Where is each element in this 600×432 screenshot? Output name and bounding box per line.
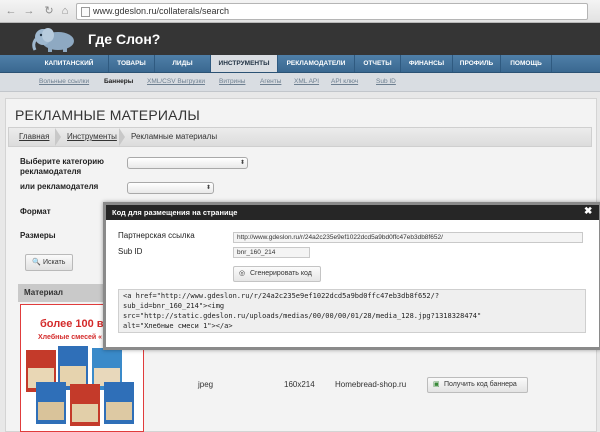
subnav-item-free-links[interactable]: Вольные ссылки [39, 78, 89, 85]
bread-mix-packages-image [26, 346, 134, 426]
browser-toolbar: ← → ↻ ⌂ www.gdeslon.ru/collaterals/searc… [0, 0, 600, 23]
sizes-label: Размеры [20, 231, 56, 240]
breadcrumb-tools[interactable]: Инструменты [67, 132, 117, 141]
page-icon [81, 7, 90, 17]
banner-headline: более 100 в [40, 318, 104, 330]
subid-field[interactable]: bnr_160_214 [233, 247, 310, 258]
subnav-item-sub-id[interactable]: Sub ID [376, 78, 396, 85]
breadcrumb-home[interactable]: Главная [19, 132, 49, 141]
logo-text[interactable]: Где Слон? [88, 31, 160, 47]
site-header: Где Слон? [0, 23, 600, 55]
get-banner-code-button[interactable]: ▣ Получить код баннера [427, 377, 528, 393]
nav-item-leads[interactable]: ЛИДЫ [155, 55, 211, 72]
partner-link-label: Партнерская ссылка [118, 231, 195, 240]
nav-item-products[interactable]: ТОВАРЫ [109, 55, 155, 72]
subnav-item-agents[interactable]: Агенты [260, 78, 281, 85]
nav-item-tools[interactable]: ИНСТРУМЕНТЫ [211, 55, 278, 72]
subid-label: Sub ID [118, 247, 143, 256]
code-line: sub_id=bnr_160_214"><img [123, 302, 225, 310]
banner-size: 160x214 [284, 380, 315, 389]
banner-format: jpeg [198, 380, 214, 389]
embed-code-textarea[interactable]: <a href="http://www.gdeslon.ru/r/24a2c23… [118, 289, 586, 333]
advertiser-label: или рекламодателя [20, 182, 99, 191]
subnav-item-api-key[interactable]: API ключ [331, 78, 358, 85]
subnav-item-banners[interactable]: Баннеры [104, 78, 133, 85]
nav-item-reports[interactable]: ОТЧЕТЫ [355, 55, 401, 72]
nav-item-profile[interactable]: ПРОФИЛЬ [453, 55, 501, 72]
breadcrumb-separator [55, 128, 61, 146]
select-arrows-icon: ⬍ [205, 185, 211, 191]
category-select[interactable]: ⬍ [127, 157, 248, 169]
home-icon[interactable]: ⌂ [58, 4, 72, 18]
banner-subtitle: Хлебные смесей « [38, 334, 102, 341]
nav-item-help[interactable]: ПОМОЩЬ [501, 55, 552, 72]
nav-item-advertisers[interactable]: РЕКЛАМОДАТЕЛИ [278, 55, 355, 72]
magnifier-icon: 🔍 [32, 259, 41, 266]
partner-link-field[interactable]: http://www.gdeslon.ru/r/24a2c235e9ef1022… [233, 232, 583, 243]
banner-advertiser: Homebread-shop.ru [335, 380, 407, 389]
nav-item-captains-bridge[interactable]: КАПИТАНСКИЙ МОСТИК [30, 55, 109, 84]
close-icon[interactable]: ✖ [584, 206, 592, 217]
search-button[interactable]: 🔍 Искать [25, 254, 73, 271]
nav-item-finance[interactable]: ФИНАНСЫ [401, 55, 453, 72]
code-line: alt="Хлебные смеси 1"></a> [123, 322, 233, 330]
elephant-logo-icon[interactable] [30, 26, 82, 53]
code-line: src="http://static.gdeslon.ru/uploads/me… [123, 312, 482, 320]
code-icon: ▣ [433, 381, 440, 388]
sub-nav: Вольные ссылки Баннеры XML/CSV Выгрузки … [0, 73, 600, 92]
subnav-item-xml-api[interactable]: XML API [294, 78, 319, 85]
subnav-item-xml-csv[interactable]: XML/CSV Выгрузки [147, 78, 205, 85]
refresh-icon: ◎ [239, 270, 246, 277]
generate-code-button[interactable]: ◎ Сгенерировать код [233, 266, 321, 282]
code-line: <a href="http://www.gdeslon.ru/r/24a2c23… [123, 292, 440, 300]
reload-icon[interactable]: ↻ [42, 4, 56, 18]
page-title: РЕКЛАМНЫЕ МАТЕРИАЛЫ [15, 107, 200, 123]
generate-code-label: Сгенерировать код [250, 270, 312, 277]
url-text: www.gdeslon.ru/collaterals/search [93, 6, 230, 16]
subnav-item-showcases[interactable]: Витрины [219, 78, 245, 85]
breadcrumb-current: Рекламные материалы [131, 132, 218, 141]
address-bar[interactable]: www.gdeslon.ru/collaterals/search [76, 3, 588, 20]
code-modal: Код для размещения на странице ✖ Партнер… [103, 202, 600, 350]
select-arrows-icon: ⬍ [239, 160, 245, 166]
modal-title-bar: Код для размещения на странице ✖ [106, 205, 599, 220]
modal-title: Код для размещения на странице [112, 208, 238, 217]
advertiser-select[interactable]: ⬍ [127, 182, 214, 194]
category-label: Выберите категорию [20, 157, 104, 166]
material-header-label: Материал [24, 288, 63, 297]
back-icon[interactable]: ← [4, 4, 18, 18]
breadcrumb-separator [119, 128, 125, 146]
get-banner-code-label: Получить код баннера [444, 381, 517, 388]
category-label-line2: рекламодателя [20, 167, 82, 176]
format-label: Формат [20, 207, 51, 216]
forward-icon[interactable]: → [22, 4, 36, 18]
breadcrumb: Главная Инструменты Рекламные материалы [8, 127, 592, 147]
main-nav: КАПИТАНСКИЙ МОСТИК ТОВАРЫ ЛИДЫ ИНСТРУМЕН… [0, 55, 600, 84]
search-button-label: Искать [43, 259, 66, 266]
